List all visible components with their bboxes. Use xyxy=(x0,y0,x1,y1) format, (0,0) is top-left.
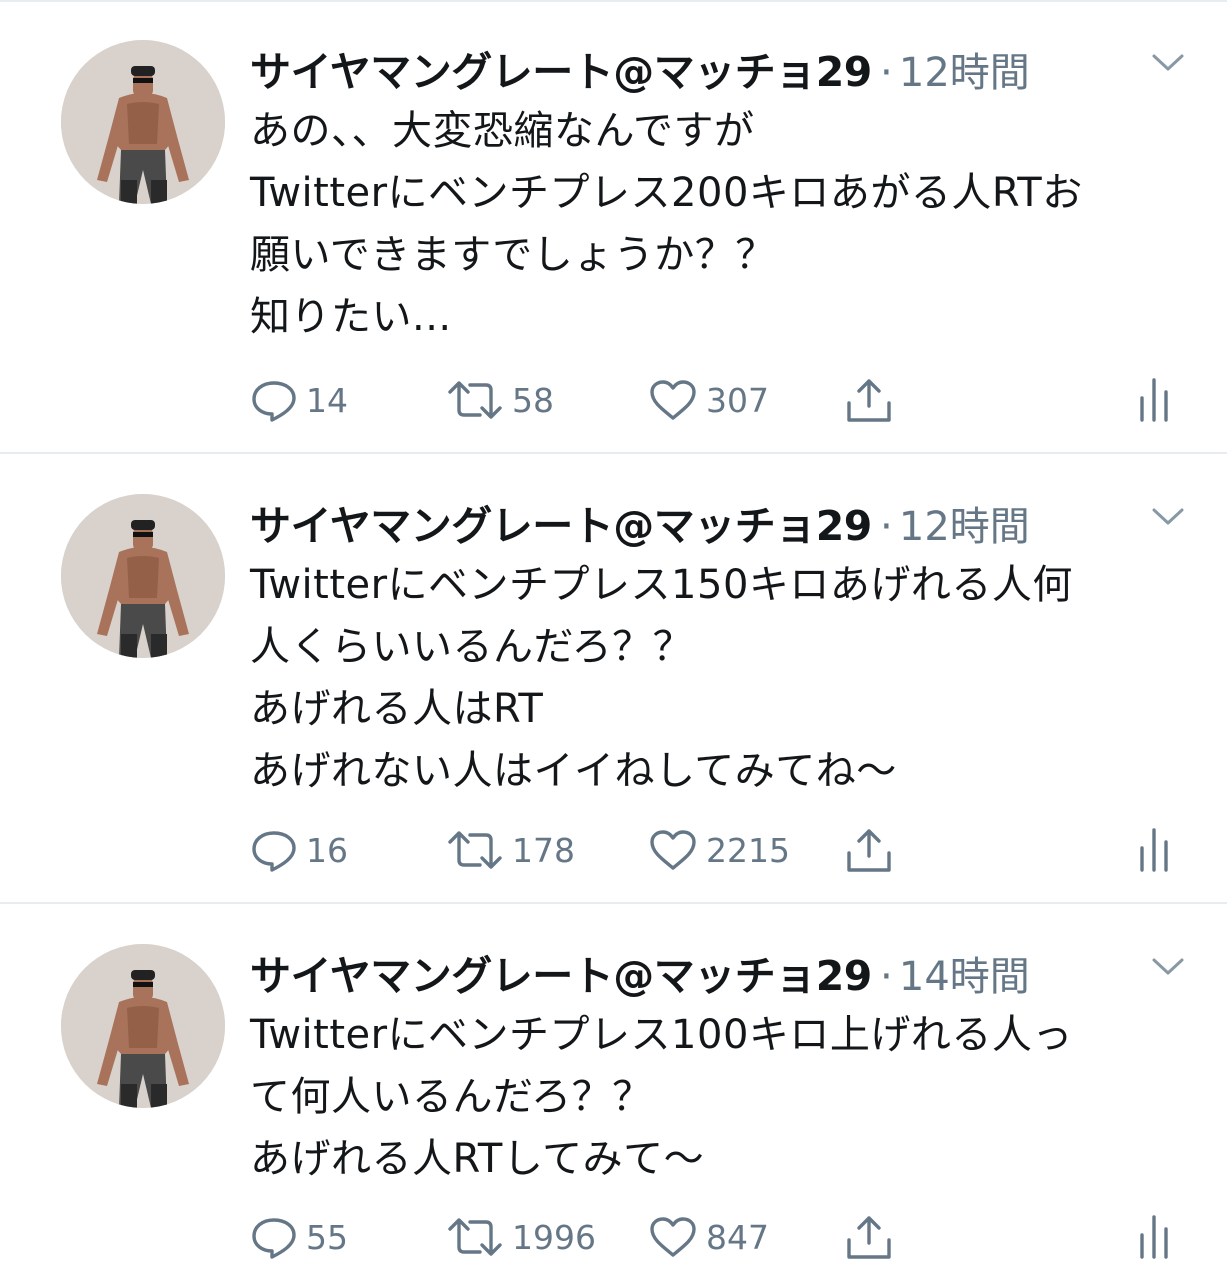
retweet-button[interactable]: 58 xyxy=(446,372,554,428)
like-button[interactable]: 307 xyxy=(648,372,769,428)
reply-button[interactable]: 55 xyxy=(250,1209,348,1265)
share-icon xyxy=(847,379,891,422)
tweet-text: Twitterにベンチプレス100キロ上げれる人っ て何人いるんだろ？？ あげれ… xyxy=(250,1004,1210,1190)
retweet-icon xyxy=(448,381,502,419)
analytics-button[interactable] xyxy=(1136,1209,1172,1265)
display-name[interactable]: サイヤマングレート@マッチョ29 xyxy=(250,38,872,98)
analytics-button[interactable] xyxy=(1136,822,1172,878)
share-button[interactable] xyxy=(844,1209,894,1265)
chevron-down-icon[interactable] xyxy=(1150,954,1186,978)
tweet-header: サイヤマングレート@マッチョ29 · 12時間 xyxy=(250,492,1210,550)
tweet-text-line: Twitterにベンチプレス200キロあがる人RTお xyxy=(250,170,1083,216)
like-count: 2215 xyxy=(706,830,790,870)
reply-button[interactable]: 14 xyxy=(250,372,348,428)
tweet-text-line: Twitterにベンチプレス100キロ上げれる人っ xyxy=(250,1012,1073,1058)
display-name[interactable]: サイヤマングレート@マッチョ29 xyxy=(250,492,872,552)
separator: · xyxy=(879,502,893,550)
reply-icon xyxy=(252,381,296,422)
like-button[interactable]: 847 xyxy=(648,1209,769,1265)
tweet-text-line: Twitterにベンチプレス150キロあげれる人何 xyxy=(250,562,1073,608)
reply-count: 55 xyxy=(306,1217,348,1257)
tweet-actions: 14 58 307 xyxy=(250,372,1210,428)
analytics-button[interactable] xyxy=(1136,372,1172,428)
tweet-header: サイヤマングレート@マッチョ29 · 14時間 xyxy=(250,942,1210,1000)
tweet-actions: 55 1996 847 xyxy=(250,1209,1210,1265)
timestamp[interactable]: 14時間 xyxy=(899,944,1030,1002)
timestamp[interactable]: 12時間 xyxy=(899,494,1030,552)
avatar-photo xyxy=(61,494,225,658)
reply-count: 16 xyxy=(306,830,348,870)
tweet[interactable]: サイヤマングレート@マッチョ29 · 12時間 Twitterにベンチプレス150キ… xyxy=(0,454,1227,904)
timestamp[interactable]: 12時間 xyxy=(899,40,1030,98)
tweet-text-line: て何人いるんだろ？？ xyxy=(250,1074,653,1120)
avatar-photo xyxy=(61,40,225,204)
retweet-count: 58 xyxy=(512,380,554,420)
tweet[interactable]: サイヤマングレート@マッチョ29 · 12時間 あの、、大変恐縮なんですが Twit… xyxy=(0,0,1227,454)
heart-icon xyxy=(650,1217,696,1257)
reply-count: 14 xyxy=(306,380,348,420)
retweet-count: 1996 xyxy=(512,1217,596,1257)
tweet-text-line: 知りたい... xyxy=(250,294,452,340)
chevron-down-icon[interactable] xyxy=(1150,504,1186,528)
avatar[interactable] xyxy=(61,494,225,658)
heart-icon xyxy=(650,830,696,870)
share-button[interactable] xyxy=(844,822,894,878)
display-name[interactable]: サイヤマングレート@マッチョ29 xyxy=(250,942,872,1002)
tweet-text: Twitterにベンチプレス150キロあげれる人何 人くらいいるんだろ？？ あげ… xyxy=(250,554,1210,802)
reply-icon xyxy=(252,831,296,872)
tweet-text-line: あげれる人はRT xyxy=(250,686,544,732)
tweet-text-line: あげれる人RTしてみて〜 xyxy=(250,1136,705,1182)
retweet-icon xyxy=(448,831,502,869)
retweet-count: 178 xyxy=(512,830,575,870)
separator: · xyxy=(879,952,893,1000)
tweet-text-line: あの、、大変恐縮なんですが xyxy=(250,108,755,154)
reply-icon xyxy=(252,1218,296,1259)
tweet[interactable]: サイヤマングレート@マッチョ29 · 14時間 Twitterにベンチプレス100キ… xyxy=(0,904,1227,1269)
analytics-icon xyxy=(1140,378,1168,422)
separator: · xyxy=(879,48,893,96)
retweet-button[interactable]: 1996 xyxy=(446,1209,596,1265)
reply-button[interactable]: 16 xyxy=(250,822,348,878)
avatar-photo xyxy=(61,944,225,1108)
tweet-text-line: あげれない人はイイねしてみてね〜 xyxy=(250,748,897,794)
tweet-actions: 16 178 2215 xyxy=(250,822,1210,878)
like-button[interactable]: 2215 xyxy=(648,822,790,878)
share-button[interactable] xyxy=(844,372,894,428)
tweet-text-line: 人くらいいるんだろ？？ xyxy=(250,624,694,670)
retweet-icon xyxy=(448,1218,502,1256)
avatar[interactable] xyxy=(61,40,225,204)
tweet-text: あの、、大変恐縮なんですが Twitterにベンチプレス200キロあがる人RTお… xyxy=(250,100,1210,348)
timeline: サイヤマングレート@マッチョ29 · 12時間 あの、、大変恐縮なんですが Twit… xyxy=(0,0,1227,1269)
tweet-text-line: 願いできますでしょうか？？ xyxy=(250,232,776,278)
avatar[interactable] xyxy=(61,944,225,1108)
analytics-icon xyxy=(1140,1215,1168,1259)
like-count: 307 xyxy=(706,380,769,420)
like-count: 847 xyxy=(706,1217,769,1257)
tweet-header: サイヤマングレート@マッチョ29 · 12時間 xyxy=(250,38,1210,96)
share-icon xyxy=(847,829,891,872)
chevron-down-icon[interactable] xyxy=(1150,50,1186,74)
retweet-button[interactable]: 178 xyxy=(446,822,575,878)
heart-icon xyxy=(650,380,696,420)
analytics-icon xyxy=(1140,828,1168,872)
share-icon xyxy=(847,1216,891,1259)
